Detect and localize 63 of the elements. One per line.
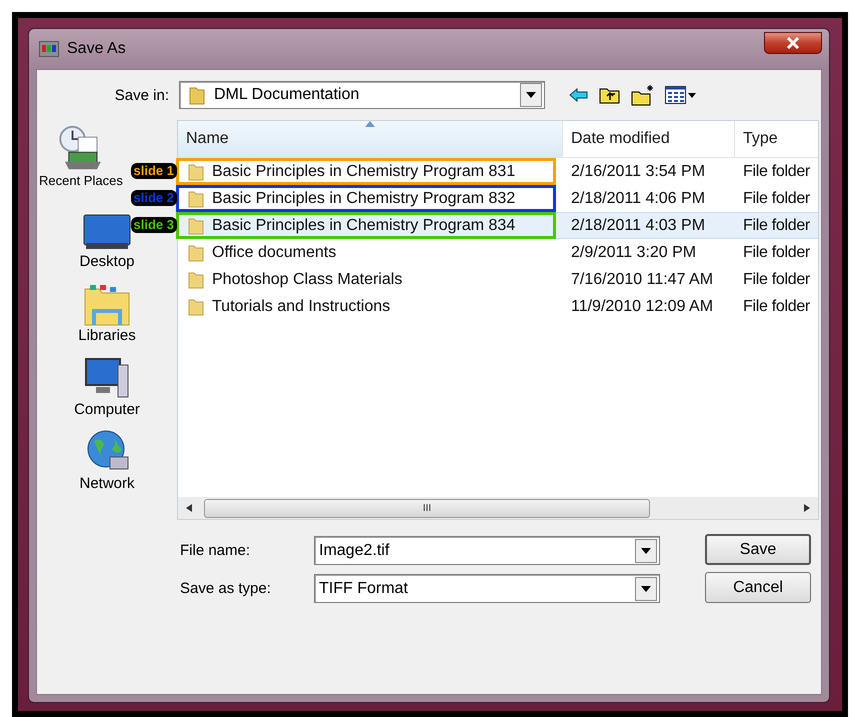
file-type: File folder — [742, 190, 811, 208]
file-type: File folder — [742, 216, 811, 234]
sidebar-item[interactable]: Computer — [74, 348, 140, 422]
column-header[interactable]: Type — [735, 121, 816, 157]
dropdown-arrow-icon — [641, 586, 651, 592]
folder-icon — [188, 85, 206, 105]
dropdown-arrow-icon — [641, 548, 651, 554]
view-menu-icon[interactable] — [665, 86, 697, 104]
file-name: Basic Principles in Chemistry Program 831 — [212, 162, 516, 180]
date-modified: 2/18/2011 4:06 PM — [570, 190, 706, 208]
date-modified: 2/16/2011 3:54 PM — [570, 162, 706, 180]
file-name: Basic Principles in Chemistry Program 832 — [212, 190, 516, 208]
save-in-label: Save in: — [114, 86, 170, 104]
date-modified: 2/18/2011 4:03 PM — [570, 216, 706, 234]
file-name-field[interactable]: Image2.tif — [314, 536, 660, 565]
file-name: Photoshop Class Materials — [212, 270, 402, 288]
save-as-type-label: Save as type: — [180, 580, 272, 597]
scroll-left-icon[interactable] — [186, 504, 192, 512]
cancel-button[interactable]: Cancel — [705, 572, 811, 603]
file-row[interactable]: Office documents 2/9/2011 3:20 PM File folder — [178, 239, 818, 266]
date-modified: 7/16/2010 11:47 AM — [570, 270, 714, 288]
file-row[interactable]: Photoshop Class Materials 7/16/2010 11:47 AM File folder — [178, 266, 818, 293]
annotation-label: slide 2 — [130, 190, 177, 206]
scroll-right-icon[interactable] — [804, 504, 810, 512]
file-name: Tutorials and Instructions — [212, 298, 390, 316]
folder-icon — [188, 270, 204, 288]
file-type: File folder — [742, 270, 811, 288]
file-name-label: File name: — [180, 542, 252, 559]
annotation-label: slide 1 — [130, 163, 177, 179]
date-modified: 11/9/2010 12:09 AM — [570, 298, 714, 316]
folder-icon — [188, 298, 204, 316]
window-title: Save As — [67, 40, 126, 58]
sidebar-item[interactable]: Recent Places — [39, 124, 123, 190]
file-type: File folder — [742, 298, 811, 316]
app-icon — [39, 41, 59, 57]
new-folder-icon[interactable] — [631, 84, 655, 106]
back-arrow-icon[interactable] — [569, 87, 589, 103]
file-name: Basic Principles in Chemistry Program 834 — [212, 216, 516, 234]
sidebar-item[interactable]: Network — [79, 422, 134, 496]
file-row[interactable]: Tutorials and Instructions 11/9/2010 12:09 AM File folder — [178, 293, 818, 320]
sort-arrow-icon — [365, 121, 375, 127]
close-icon — [786, 37, 800, 49]
save-button[interactable]: Save — [705, 534, 811, 565]
file-type: File folder — [742, 162, 811, 180]
file-row[interactable]: Basic Principles in Chemistry Program 832 2/18/2011 4:06 PM File folder — [178, 185, 818, 212]
scrollbar-thumb[interactable]: III — [204, 498, 650, 518]
date-modified: 2/9/2011 3:20 PM — [570, 244, 698, 262]
dropdown-arrow-icon — [526, 92, 536, 98]
close-button[interactable] — [764, 32, 822, 54]
horizontal-scrollbar[interactable]: III — [178, 497, 818, 519]
column-header[interactable]: Name — [178, 121, 563, 157]
folder-icon — [188, 216, 204, 234]
folder-icon — [188, 162, 204, 180]
folder-icon — [188, 190, 204, 208]
file-name: Office documents — [212, 244, 336, 262]
file-type: File folder — [742, 244, 811, 262]
save-as-type-dropdown[interactable]: TIFF Format — [314, 574, 660, 603]
annotation-label: slide 3 — [130, 217, 177, 233]
save-in-dropdown[interactable]: DML Documentation — [179, 81, 545, 109]
folder-icon — [188, 244, 204, 262]
column-header[interactable]: Date modified — [563, 121, 735, 157]
sidebar-item[interactable]: Libraries — [78, 274, 136, 348]
file-row[interactable]: Basic Principles in Chemistry Program 831 2/16/2011 3:54 PM File folder — [178, 158, 818, 185]
